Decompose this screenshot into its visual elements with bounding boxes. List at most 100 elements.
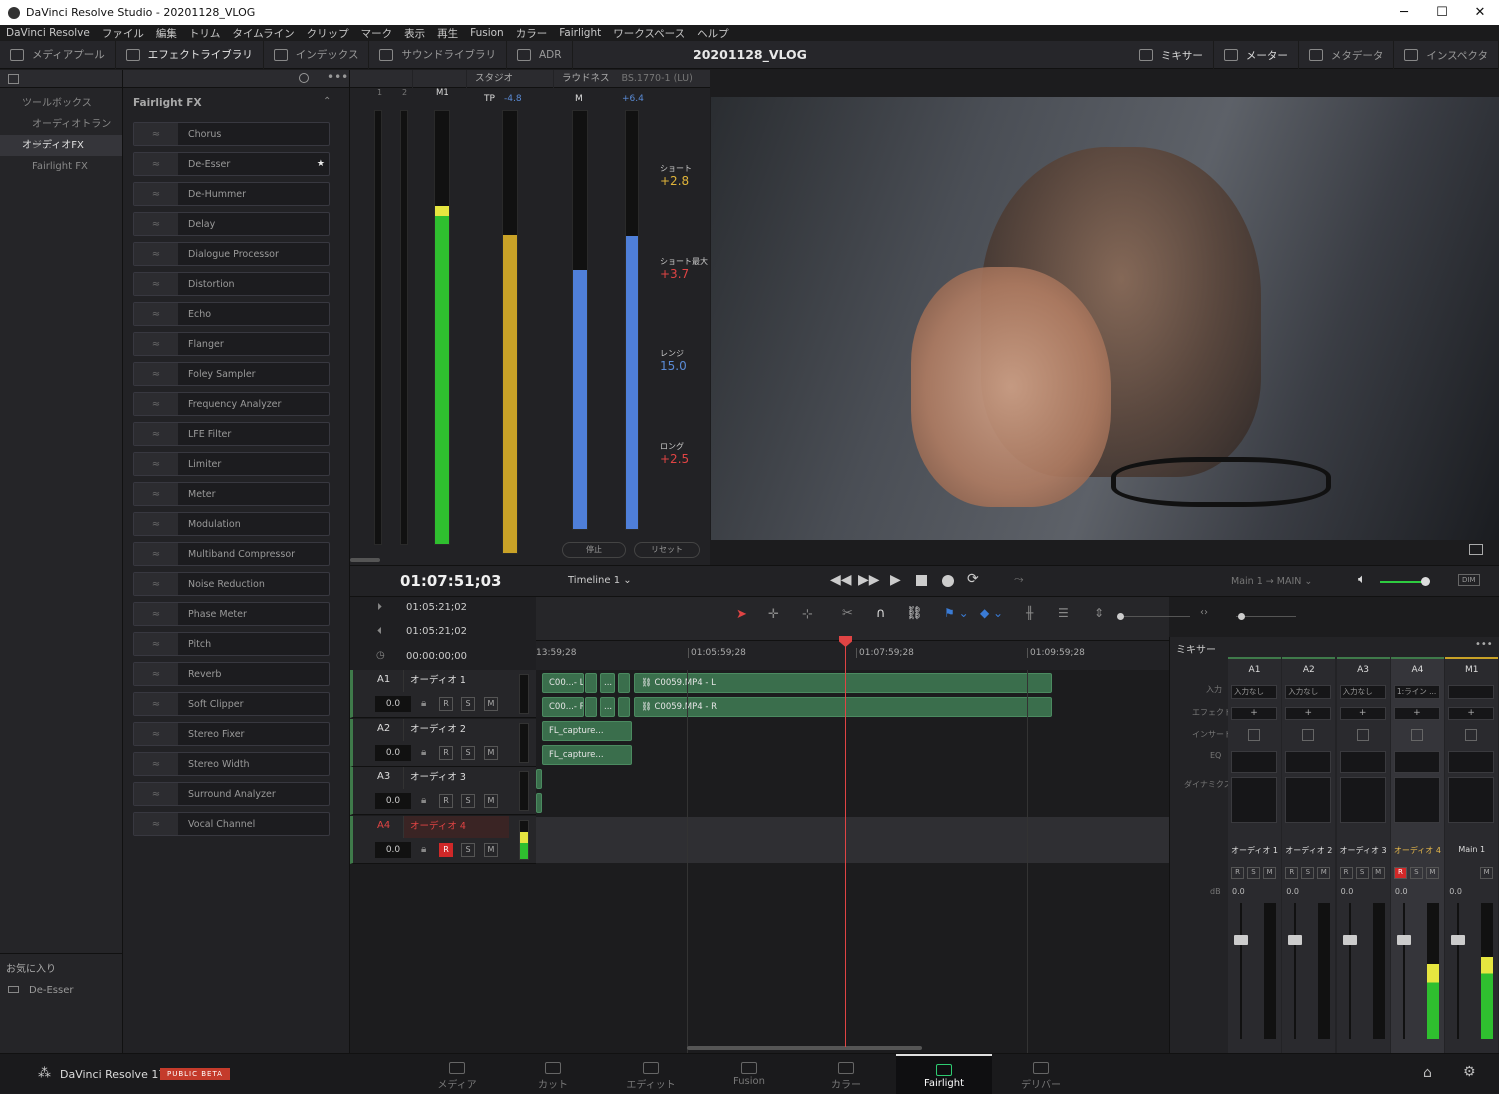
effects-library-button[interactable]: エフェクトライブラリ — [116, 40, 264, 69]
strip-r-button[interactable]: R — [1393, 867, 1407, 879]
track-name[interactable]: オーディオ 4 — [403, 815, 509, 838]
razor-tool-icon[interactable]: ✂ — [842, 606, 853, 621]
meter-scrollbar[interactable] — [350, 558, 380, 562]
strip-dynamics-graph[interactable] — [1231, 777, 1277, 823]
strip-s-button[interactable]: S — [1355, 867, 1369, 879]
strip-s-button[interactable]: S — [1247, 867, 1260, 879]
media-pool-button[interactable]: メディアプール — [0, 40, 116, 69]
strip-add-effect-button[interactable]: + — [1339, 707, 1386, 720]
clip-gap-3[interactable] — [585, 697, 597, 717]
timeline-scrollbar[interactable] — [687, 1046, 922, 1050]
strip-fader-knob[interactable] — [1234, 935, 1248, 945]
loop-icon[interactable]: ⟳ — [967, 571, 979, 587]
fx-item[interactable]: ≈ Distortion — [133, 272, 330, 296]
link-icon[interactable]: ⛓ — [906, 606, 923, 621]
strip-m-button[interactable]: M — [1480, 867, 1494, 879]
strip-insert-button[interactable] — [1356, 729, 1369, 741]
zoom-slider[interactable] — [1117, 613, 1190, 620]
menu-timeline[interactable]: タイムライン — [232, 26, 294, 41]
strip-s-button[interactable]: S — [1409, 867, 1423, 879]
lock-icon[interactable]: 🔒︎ — [421, 795, 426, 806]
fx-item[interactable]: ≈ De-Esser ★ — [133, 152, 330, 176]
timeline-selector[interactable]: Timeline 1 ⌄ — [568, 575, 632, 586]
mixer-more-icon[interactable]: ••• — [1475, 639, 1493, 650]
track-header[interactable]: A3 オーディオ 3 0.0 🔒︎ R S M — [350, 767, 536, 815]
strip-input-select[interactable]: 入力なし — [1339, 685, 1386, 699]
strip-fader-knob[interactable] — [1288, 935, 1303, 945]
fx-item[interactable]: ≈ Limiter — [133, 452, 330, 476]
reset-button[interactable]: リセット — [634, 542, 700, 558]
menu-color[interactable]: カラー — [516, 26, 548, 41]
clip-main-r[interactable]: ⛓ C0059.MP4 - R — [634, 697, 1052, 717]
detail-zoom-knob[interactable] — [1238, 613, 1245, 620]
record-arm-button[interactable]: R — [439, 697, 453, 711]
strip-input-select[interactable]: 入力なし — [1285, 685, 1332, 699]
fx-item[interactable]: ≈ Chorus — [133, 122, 330, 146]
record-button[interactable] — [942, 575, 954, 587]
rewind-button[interactable]: ◀◀ — [830, 572, 852, 588]
record-arm-button[interactable]: R — [439, 745, 453, 760]
strip-add-effect-button[interactable]: + — [1231, 707, 1277, 720]
bus-output[interactable]: Main 1 → MAIN ⌄ — [1231, 576, 1312, 587]
snapping-icon[interactable]: ∩ — [876, 606, 886, 621]
fx-item[interactable]: ≈ Reverb — [133, 662, 330, 686]
strip-eq-graph[interactable] — [1285, 751, 1332, 773]
settings-gear-icon[interactable]: ⚙ — [1463, 1064, 1476, 1080]
fx-item[interactable]: ≈ Meter — [133, 482, 330, 506]
strip-insert-button[interactable] — [1248, 729, 1260, 741]
tree-audio-fx[interactable]: オーディオFX — [0, 135, 122, 156]
mute-button[interactable]: M — [484, 745, 498, 760]
strip-r-button[interactable]: R — [1231, 867, 1244, 879]
viewer-mode-icon[interactable] — [1469, 544, 1483, 555]
track-volume[interactable]: 0.0 — [375, 841, 411, 858]
clip-gap-2[interactable] — [618, 673, 630, 693]
strip-dynamics-graph[interactable] — [1448, 777, 1495, 823]
favorite-item[interactable]: De-Esser — [0, 980, 123, 1002]
strip-eq-graph[interactable] — [1339, 751, 1386, 773]
fx-item[interactable]: ≈ Flanger — [133, 332, 330, 356]
zoom-knob[interactable] — [1117, 613, 1124, 620]
track-volume[interactable]: 0.0 — [375, 696, 411, 712]
solo-button[interactable]: S — [461, 842, 475, 857]
metadata-toggle-button[interactable]: メタデータ — [1299, 41, 1395, 69]
fx-item[interactable]: ≈ Echo — [133, 302, 330, 326]
fx-item[interactable]: ≈ Delay — [133, 212, 330, 236]
lock-icon[interactable]: 🔒︎ — [421, 747, 426, 758]
strip-input-select[interactable] — [1448, 685, 1495, 699]
strip-add-effect-button[interactable]: + — [1285, 707, 1332, 720]
strip-r-button[interactable]: R — [1285, 867, 1299, 879]
track-header[interactable]: A2 オーディオ 2 0.0 🔒︎ R S M — [350, 718, 536, 767]
fx-item[interactable]: ≈ Dialogue Processor — [133, 242, 330, 266]
strip-m-button[interactable]: M — [1263, 867, 1276, 879]
clip-c00-r[interactable]: C00...- R — [542, 697, 584, 717]
fx-item[interactable]: ≈ LFE Filter — [133, 422, 330, 446]
fx-item[interactable]: ≈ Foley Sampler — [133, 362, 330, 386]
stop-playback-button[interactable] — [916, 575, 927, 586]
clip-dots-r[interactable]: ... — [600, 697, 615, 717]
clip-fl-capture-1[interactable]: FL_capture... — [542, 721, 632, 741]
playhead[interactable] — [845, 637, 846, 1047]
fx-item[interactable]: ≈ Modulation — [133, 512, 330, 536]
track-volume[interactable]: 0.0 — [375, 793, 411, 809]
strip-m-button[interactable]: M — [1425, 867, 1439, 879]
selection-tool-icon[interactable]: ➤ — [736, 607, 747, 622]
sound-library-button[interactable]: サウンドライブラリ — [369, 40, 507, 69]
menu-help[interactable]: ヘルプ — [697, 26, 729, 41]
menu-fairlight[interactable]: Fairlight — [559, 27, 601, 39]
strip-insert-button[interactable] — [1465, 729, 1478, 741]
page-fusion[interactable]: Fusion — [701, 1054, 797, 1094]
menu-edit[interactable]: 編集 — [156, 26, 177, 41]
strip-dynamics-graph[interactable] — [1285, 777, 1332, 823]
dim-button[interactable]: DIM — [1458, 574, 1480, 586]
menu-view[interactable]: 表示 — [404, 26, 425, 41]
trim-tool-icon[interactable]: ⊹ — [802, 607, 813, 622]
waveform-view-icon[interactable]: ╫ — [1026, 606, 1033, 620]
track-height-icon[interactable]: ⇕ — [1094, 606, 1104, 620]
strip-insert-button[interactable] — [1410, 729, 1423, 741]
strip-eq-graph[interactable] — [1448, 751, 1495, 773]
fx-item[interactable]: ≈ Stereo Width — [133, 752, 330, 776]
clip-a3-stub-1[interactable] — [536, 769, 542, 789]
strip-s-button[interactable]: S — [1301, 867, 1315, 879]
search-icon[interactable] — [299, 73, 309, 83]
page-fairlight[interactable]: Fairlight — [896, 1054, 992, 1094]
